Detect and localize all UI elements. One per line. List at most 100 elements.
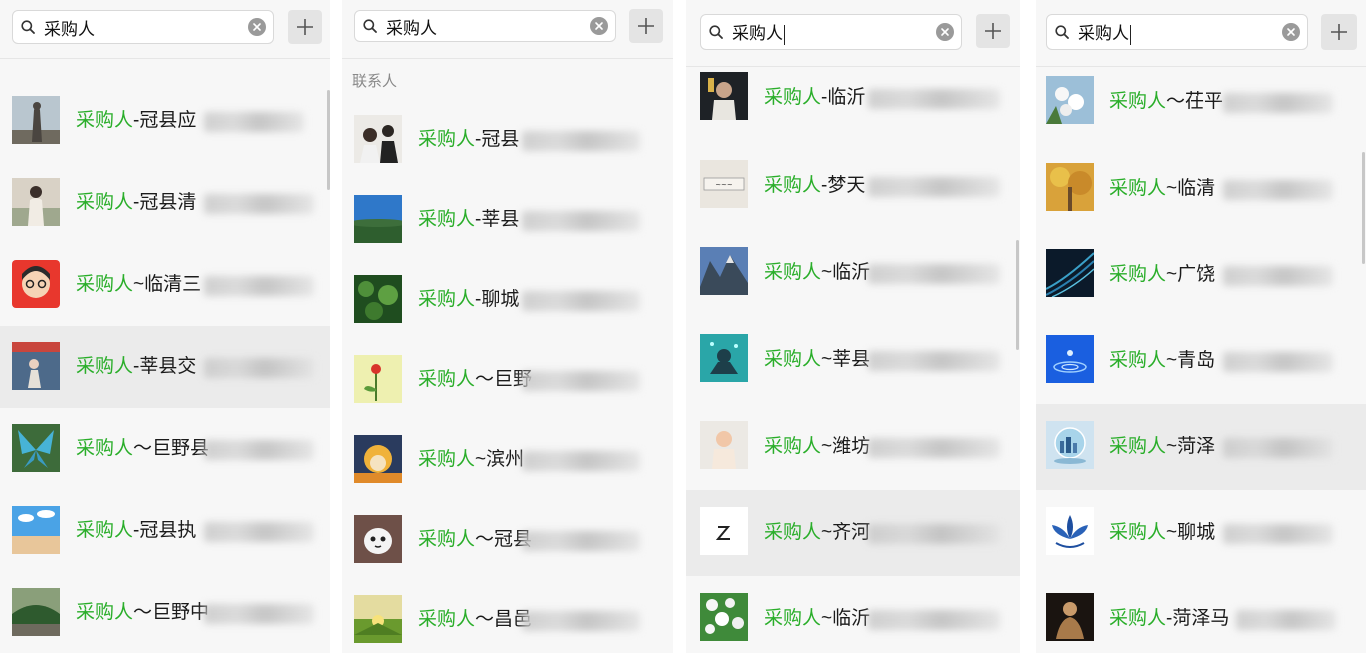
avatar: [354, 595, 402, 643]
list-item[interactable]: 采购人-菏泽马: [1036, 576, 1366, 653]
list-item[interactable]: 采购人～茌平: [1036, 58, 1366, 146]
search-input[interactable]: 采购人: [354, 10, 616, 42]
contact-name: 采购人~齐河: [764, 522, 871, 543]
avatar: [12, 260, 60, 308]
list-item[interactable]: 采购人-冠县应: [0, 80, 330, 162]
plus-icon: [1331, 24, 1347, 40]
avatar: [1046, 335, 1094, 383]
contact-name: 采购人-菏泽马: [1109, 608, 1230, 629]
contact-name: 采购人-莘县: [418, 209, 520, 230]
blurred-detail: [204, 112, 304, 132]
search-panel-4: 采购人 采购人～茌平 采购人~临清 采购人~广饶 采购人~青岛 采购人~菏泽 采…: [1036, 0, 1366, 653]
list-item[interactable]: 采购人-莘县交: [0, 326, 330, 408]
list-item[interactable]: 采购人~青岛: [1036, 318, 1366, 404]
avatar: [700, 247, 748, 295]
add-button[interactable]: [288, 10, 322, 44]
avatar: [1046, 163, 1094, 211]
avatar: [1046, 593, 1094, 641]
search-icon: [709, 25, 723, 39]
search-icon: [1055, 25, 1069, 39]
avatar: [354, 275, 402, 323]
contact-name: 采购人~临沂: [764, 608, 871, 629]
contact-name: 采购人～茌平: [1109, 91, 1224, 112]
list-item[interactable]: 采购人~临沂: [686, 576, 1020, 653]
blurred-detail: [868, 89, 1000, 109]
blurred-detail: [204, 604, 314, 624]
contact-name: 采购人~聊城: [1109, 522, 1216, 543]
blurred-detail: [522, 371, 640, 391]
list-item[interactable]: 采购人~潍坊: [686, 404, 1020, 490]
blurred-detail: [1223, 438, 1333, 458]
list-item[interactable]: 采购人~齐河: [686, 490, 1020, 576]
list-item[interactable]: 采购人-临沂: [686, 54, 1020, 142]
blurred-detail: [1223, 93, 1333, 113]
text-caret: [1130, 24, 1131, 45]
blurred-detail: [204, 358, 314, 378]
search-bar: 采购人: [342, 0, 673, 58]
list-item[interactable]: 采购人～巨野中: [0, 572, 330, 653]
search-query: 采购人: [386, 18, 437, 38]
blurred-detail: [868, 610, 1000, 630]
clear-icon[interactable]: [248, 18, 266, 36]
list-item[interactable]: 采购人-冠县: [342, 100, 673, 180]
contact-name: 采购人~菏泽: [1109, 436, 1216, 457]
search-bar: 采购人: [0, 0, 330, 58]
list-item[interactable]: 采购人-冠县清: [0, 162, 330, 244]
avatar: [12, 96, 60, 144]
list-item[interactable]: 采购人~临清: [1036, 146, 1366, 232]
list-item[interactable]: ~~~ 采购人-梦天: [686, 142, 1020, 230]
clear-icon[interactable]: [590, 17, 608, 35]
search-panel-1: 采购人 采购人-冠县应 采购人-冠县清 采购人~临清三 采购人-莘县交 采购人～…: [0, 0, 330, 653]
search-input[interactable]: 采购人: [1046, 14, 1308, 50]
blurred-detail: [204, 522, 314, 542]
list-item[interactable]: 采购人~莘县: [686, 316, 1020, 404]
clear-icon[interactable]: [936, 23, 954, 41]
plus-icon: [638, 18, 654, 34]
panel-gap: [330, 0, 342, 653]
blurred-detail: [522, 451, 640, 471]
search-input[interactable]: 采购人: [700, 14, 962, 50]
clear-icon[interactable]: [1282, 23, 1300, 41]
add-button[interactable]: [976, 14, 1010, 48]
contact-name: 采购人-聊城: [418, 289, 520, 310]
contact-name: 采购人-冠县清: [76, 192, 197, 213]
add-button[interactable]: [1321, 14, 1357, 50]
list-item[interactable]: 采购人~菏泽: [1036, 404, 1366, 490]
blurred-detail: [1223, 352, 1333, 372]
list-item[interactable]: 采购人-莘县: [342, 180, 673, 260]
search-panel-2: 采购人 联系人 采购人-冠县 采购人-莘县 采购人-聊城 采购人～巨野 采购人~…: [342, 0, 673, 653]
list-item[interactable]: 采购人-聊城: [342, 260, 673, 340]
blurred-detail: [204, 276, 314, 296]
contact-name: 采购人～冠县: [418, 529, 533, 550]
list-item[interactable]: 采购人～巨野县: [0, 408, 330, 490]
list-item[interactable]: 采购人~临沂: [686, 230, 1020, 316]
blurred-detail: [868, 177, 1000, 197]
list-item[interactable]: 采购人~聊城: [1036, 490, 1366, 576]
list-item[interactable]: 采购人-冠县执: [0, 490, 330, 572]
blurred-detail: [522, 611, 640, 631]
list-item[interactable]: 采购人~滨州: [342, 420, 673, 500]
list-item[interactable]: 采购人～昌邑: [342, 580, 673, 653]
list-item[interactable]: 采购人~临清三: [0, 244, 330, 326]
list-item[interactable]: 采购人~广饶: [1036, 232, 1366, 318]
avatar: [354, 355, 402, 403]
avatar: ~~~: [700, 160, 748, 208]
blurred-detail: [1223, 524, 1333, 544]
search-input[interactable]: 采购人: [12, 10, 274, 44]
add-button[interactable]: [629, 9, 663, 43]
blurred-detail: [1223, 266, 1333, 286]
contact-name: 采购人～巨野: [418, 369, 533, 390]
contact-name: 采购人~广饶: [1109, 264, 1216, 285]
search-query: 采购人: [44, 19, 95, 39]
list-item[interactable]: 采购人～冠县: [342, 500, 673, 580]
contact-name: 采购人-临沂: [764, 87, 866, 108]
section-label: 联系人: [352, 73, 398, 90]
blurred-detail: [204, 440, 314, 460]
list-item[interactable]: 采购人～巨野: [342, 340, 673, 420]
contact-name: 采购人~莘县: [764, 349, 871, 370]
contact-name: 采购人-冠县: [418, 129, 520, 150]
blurred-detail: [522, 291, 640, 311]
contact-name: 采购人~临清三: [76, 274, 202, 295]
panel-gap: [1020, 0, 1036, 653]
avatar: [12, 342, 60, 390]
